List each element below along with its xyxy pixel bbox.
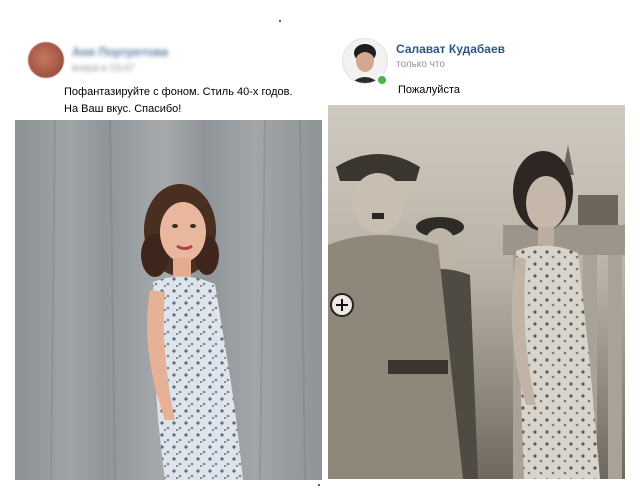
online-status-indicator [376, 74, 388, 86]
top-dot [279, 20, 281, 22]
post-text-line-2: На Ваш вкус. Спасибо! [64, 103, 182, 115]
right-post: Салават Кудабаев только что Пожалуйста [328, 30, 630, 485]
left-post: Аня Портретова вчера в 23:47 Пофантазиру… [10, 30, 326, 485]
woman-in-floral-dress-photo [50, 120, 306, 480]
author-name[interactable]: Аня Портретова [72, 45, 168, 59]
post-time[interactable]: только что [396, 59, 445, 70]
edited-1940s-scene-photo [328, 145, 625, 479]
post-text-line-1: Пофантазируйте с фоном. Стиль 40-х годов… [64, 86, 293, 98]
post-time[interactable]: вчера в 23:47 [72, 63, 135, 74]
post-photo[interactable] [15, 120, 322, 480]
post-text: Пожалуйста [398, 84, 460, 96]
author-avatar[interactable] [28, 42, 64, 78]
post-photo[interactable] [328, 105, 625, 479]
post-text: Пофантазируйте с фоном. Стиль 40-х годов… [64, 84, 324, 118]
author-name[interactable]: Салават Кудабаев [396, 42, 505, 56]
